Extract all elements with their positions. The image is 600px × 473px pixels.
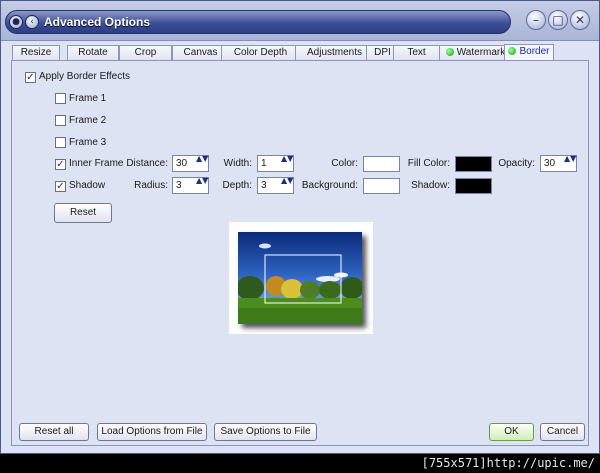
- radius-label: Radius:: [134, 180, 168, 191]
- frame2-checkbox[interactable]: [55, 115, 66, 126]
- depth-label: Depth:: [222, 180, 252, 191]
- shadow-label: Shadow: [69, 180, 106, 191]
- tab-text[interactable]: Text: [393, 45, 440, 60]
- landscape-photo-image: [238, 232, 362, 324]
- advanced-options-window: ● ‹ Advanced Options – □ ✕ Resize Rotate…: [0, 0, 600, 454]
- green-led-icon: [445, 48, 454, 56]
- reset-all-button[interactable]: Reset all: [19, 423, 89, 441]
- width-value: 1: [261, 158, 267, 169]
- tab-watermark[interactable]: Watermark: [439, 45, 512, 60]
- window-title: Advanced Options: [44, 15, 151, 29]
- tab-color-depth[interactable]: Color Depth: [221, 45, 300, 60]
- fill-color-label: Fill Color:: [407, 158, 450, 169]
- shadow-color-swatch[interactable]: [455, 178, 492, 194]
- upload-credit: [755x571]http://upic.me/: [421, 456, 595, 470]
- cancel-button[interactable]: Cancel: [540, 423, 585, 441]
- radius-value: 3: [176, 180, 182, 191]
- spin-arrows-icon[interactable]: ▲▼: [564, 155, 576, 172]
- distance-value: 30: [176, 158, 188, 169]
- frame3-label: Frame 3: [69, 137, 107, 148]
- width-spinner[interactable]: 1 ▲▼: [257, 155, 294, 172]
- minimize-button[interactable]: –: [526, 10, 546, 30]
- tab-rotate[interactable]: Rotate: [67, 45, 119, 60]
- shadow-color-label: Shadow:: [411, 180, 450, 191]
- background-label: Background:: [301, 180, 358, 191]
- green-led-icon: [508, 47, 517, 55]
- depth-value: 3: [261, 180, 267, 191]
- frame2-label: Frame 2: [69, 115, 107, 126]
- frame1-checkbox[interactable]: [55, 93, 66, 104]
- maximize-button[interactable]: □: [548, 10, 568, 30]
- title-pill: ● ‹ Advanced Options: [5, 10, 511, 34]
- tab-resize[interactable]: Resize: [12, 45, 60, 60]
- shadow-checkbox[interactable]: ✓: [55, 181, 66, 192]
- depth-spinner[interactable]: 3 ▲▼: [257, 177, 294, 194]
- distance-label: Distance:: [126, 158, 168, 169]
- tab-crop[interactable]: Crop: [119, 45, 172, 60]
- opacity-value: 30: [544, 158, 556, 169]
- border-preview: [229, 222, 373, 334]
- radius-spinner[interactable]: 3 ▲▼: [172, 177, 209, 194]
- frame1-label: Frame 1: [69, 93, 107, 104]
- spin-arrows-icon[interactable]: ▲▼: [281, 177, 293, 194]
- inner-frame-checkbox[interactable]: ✓: [55, 159, 66, 170]
- tab-adjustments[interactable]: Adjustments: [295, 45, 374, 60]
- spin-arrows-icon[interactable]: ▲▼: [281, 155, 293, 172]
- color-label: Color:: [331, 158, 358, 169]
- preview-photo: [238, 232, 362, 324]
- tab-border[interactable]: Border: [504, 44, 554, 61]
- ok-button[interactable]: OK: [489, 423, 534, 441]
- spin-arrows-icon[interactable]: ▲▼: [196, 155, 208, 172]
- statusbar: [755x571]http://upic.me/: [0, 454, 600, 473]
- apply-border-effects-label: Apply Border Effects: [39, 71, 130, 82]
- apply-border-effects-checkbox[interactable]: ✓: [25, 72, 36, 83]
- titlebar: ● ‹ Advanced Options – □ ✕: [1, 1, 599, 41]
- distance-spinner[interactable]: 30 ▲▼: [172, 155, 209, 172]
- frame3-checkbox[interactable]: [55, 137, 66, 148]
- width-label: Width:: [223, 158, 252, 169]
- tab-watermark-label: Watermark: [456, 47, 506, 58]
- system-menu-icon[interactable]: ●: [9, 15, 23, 29]
- save-options-button[interactable]: Save Options to File: [214, 423, 317, 441]
- load-options-button[interactable]: Load Options from File: [97, 423, 207, 441]
- reset-button[interactable]: Reset: [54, 203, 112, 223]
- opacity-spinner[interactable]: 30 ▲▼: [540, 155, 577, 172]
- opacity-label: Opacity:: [498, 158, 535, 169]
- tab-border-label: Border: [519, 46, 550, 57]
- close-button[interactable]: ✕: [570, 10, 590, 30]
- back-icon[interactable]: ‹: [25, 15, 39, 29]
- spin-arrows-icon[interactable]: ▲▼: [196, 177, 208, 194]
